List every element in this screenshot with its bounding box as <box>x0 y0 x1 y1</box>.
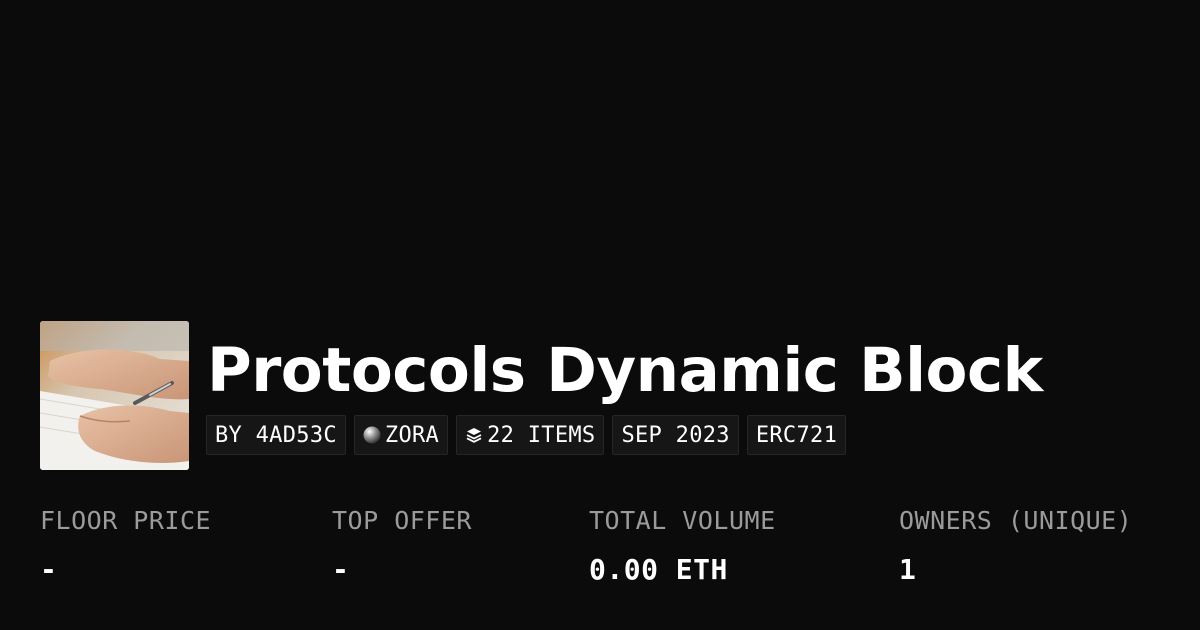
collection-meta-chips: BY 4AD53C ZORA 22 ITEMS SEP 2023 ERC721 <box>206 415 847 455</box>
stat-total-volume: TOTAL VOLUME 0.00 ETH <box>589 503 776 588</box>
creator-chip-label: BY 4AD53C <box>215 422 337 448</box>
stat-label: FLOOR PRICE <box>40 506 212 535</box>
items-chip[interactable]: 22 ITEMS <box>456 415 605 455</box>
items-chip-label: 22 ITEMS <box>487 422 596 448</box>
stat-floor-price: FLOOR PRICE - <box>40 503 211 588</box>
stat-label: TOTAL VOLUME <box>589 506 776 535</box>
stat-label: TOP OFFER <box>332 506 472 535</box>
date-chip-label: SEP 2023 <box>621 422 730 448</box>
network-chip-label: ZORA <box>384 422 440 448</box>
creator-chip[interactable]: BY 4AD53C <box>206 415 346 455</box>
date-chip: SEP 2023 <box>612 415 739 455</box>
standard-chip: ERC721 <box>746 415 847 455</box>
stat-value: 1 <box>899 553 917 586</box>
stat-value: - <box>40 553 58 586</box>
network-chip[interactable]: ZORA <box>353 415 449 455</box>
collection-thumbnail <box>40 321 189 470</box>
zora-orb-icon <box>363 426 381 444</box>
standard-chip-label: ERC721 <box>755 422 838 448</box>
stat-owners: OWNERS (UNIQUE) 1 <box>899 503 1132 588</box>
hand-writing-photo <box>40 321 189 470</box>
stat-value: - <box>332 553 350 586</box>
collection-title: Protocols Dynamic Block <box>207 335 1043 406</box>
layers-icon <box>465 426 483 444</box>
stat-top-offer: TOP OFFER - <box>332 503 472 588</box>
stat-value: 0.00 ETH <box>589 553 728 586</box>
stat-label: OWNERS (UNIQUE) <box>899 506 1133 535</box>
